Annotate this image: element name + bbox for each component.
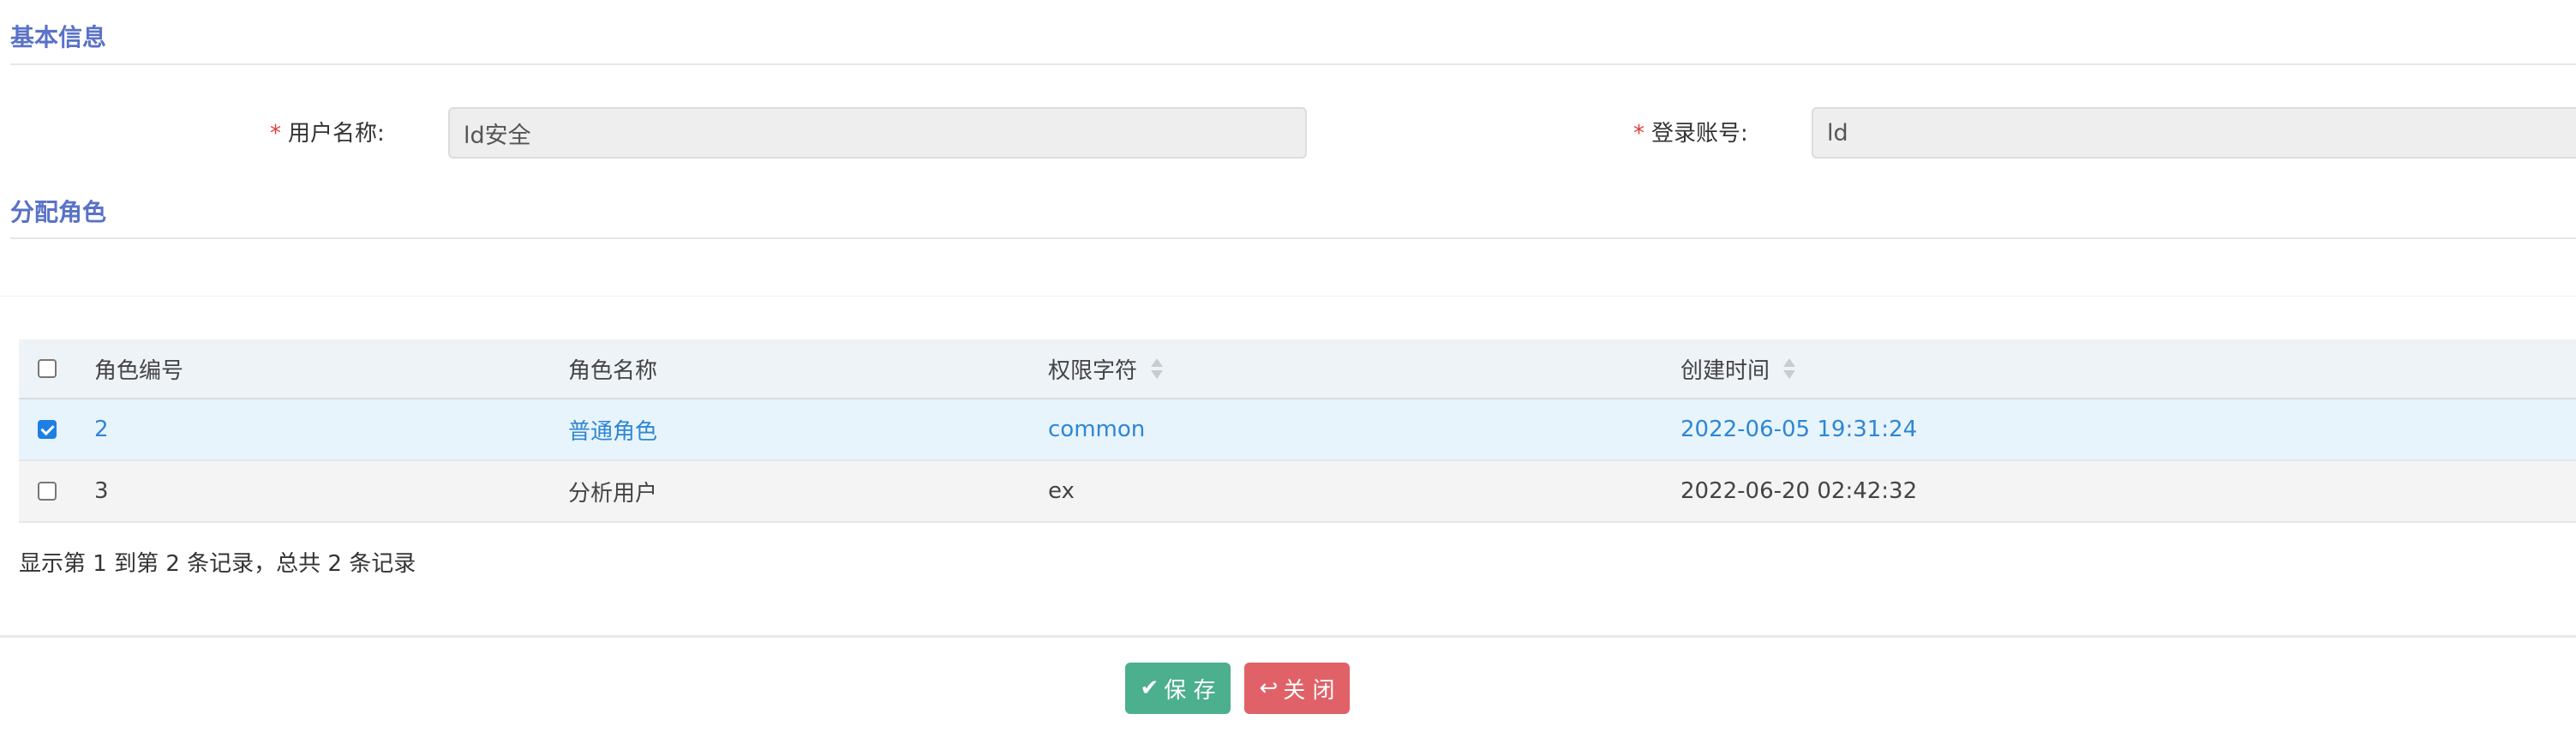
save-button[interactable]: ✔ 保 存: [1125, 663, 1231, 714]
column-header-permission[interactable]: 权限字符: [1048, 339, 1164, 398]
cell-role-name: 分析用户: [568, 480, 658, 507]
cell-role-id: 2: [94, 417, 109, 442]
column-header-label: 创建时间: [1680, 357, 1770, 384]
column-header-role-name: 角色名称: [568, 339, 657, 398]
column-header-label: 权限字符: [1048, 357, 1138, 384]
table-row[interactable]: 2 普通角色 common 2022-06-05 19:31:24: [19, 399, 2576, 461]
row-checkbox[interactable]: [38, 482, 57, 501]
footer-divider: [0, 635, 2576, 638]
column-header-label: 角色编号: [94, 357, 184, 384]
cell-created: 2022-06-20 02:42:32: [1680, 478, 1918, 504]
required-mark: *: [1633, 121, 1644, 147]
user-name-label-text: 用户名称:: [288, 121, 385, 147]
table-row[interactable]: 3 分析用户 ex 2022-06-20 02:42:32: [19, 461, 2576, 523]
login-account-label: * 登录账号:: [1633, 118, 1748, 149]
login-account-field[interactable]: [1812, 107, 2576, 159]
row-select-cell: [38, 399, 57, 459]
cell-created: 2022-06-05 19:31:24: [1680, 417, 1918, 442]
user-name-label: * 用户名称:: [270, 118, 385, 149]
column-header-role-id: 角色编号: [94, 339, 183, 398]
cell-permission: ex: [1048, 478, 1075, 504]
cell-permission: common: [1048, 417, 1146, 442]
user-name-field[interactable]: [448, 107, 1307, 159]
column-header-label: 角色名称: [568, 357, 658, 384]
close-button-label: 关 闭: [1283, 677, 1335, 704]
section-title-basic-info: 基本信息: [10, 23, 107, 51]
save-button-label: 保 存: [1164, 677, 1216, 704]
table-header: 角色编号 角色名称 权限字符 创建时间: [19, 339, 2576, 400]
check-icon: ✔: [1140, 675, 1159, 701]
select-all-cell: [38, 339, 57, 398]
login-account-label-text: 登录账号:: [1651, 121, 1748, 147]
column-header-created[interactable]: 创建时间: [1680, 339, 1796, 398]
cell-role-id: 3: [94, 478, 109, 504]
section-divider: [10, 237, 2576, 239]
sort-icon[interactable]: [1151, 357, 1164, 381]
section-divider: [10, 63, 2576, 65]
row-checkbox[interactable]: [38, 420, 57, 439]
close-button[interactable]: ↩ 关 闭: [1244, 663, 1350, 714]
reply-icon: ↩: [1259, 675, 1279, 701]
cell-role-name: 普通角色: [568, 418, 658, 445]
sort-icon[interactable]: [1783, 357, 1796, 381]
row-select-cell: [38, 461, 57, 521]
pagination-info: 显示第 1 到第 2 条记录，总共 2 条记录: [19, 551, 416, 577]
section-title-assign-roles: 分配角色: [10, 198, 107, 226]
select-all-checkbox[interactable]: [38, 359, 57, 378]
toolbar-divider: [0, 296, 2576, 297]
required-mark: *: [270, 121, 281, 147]
